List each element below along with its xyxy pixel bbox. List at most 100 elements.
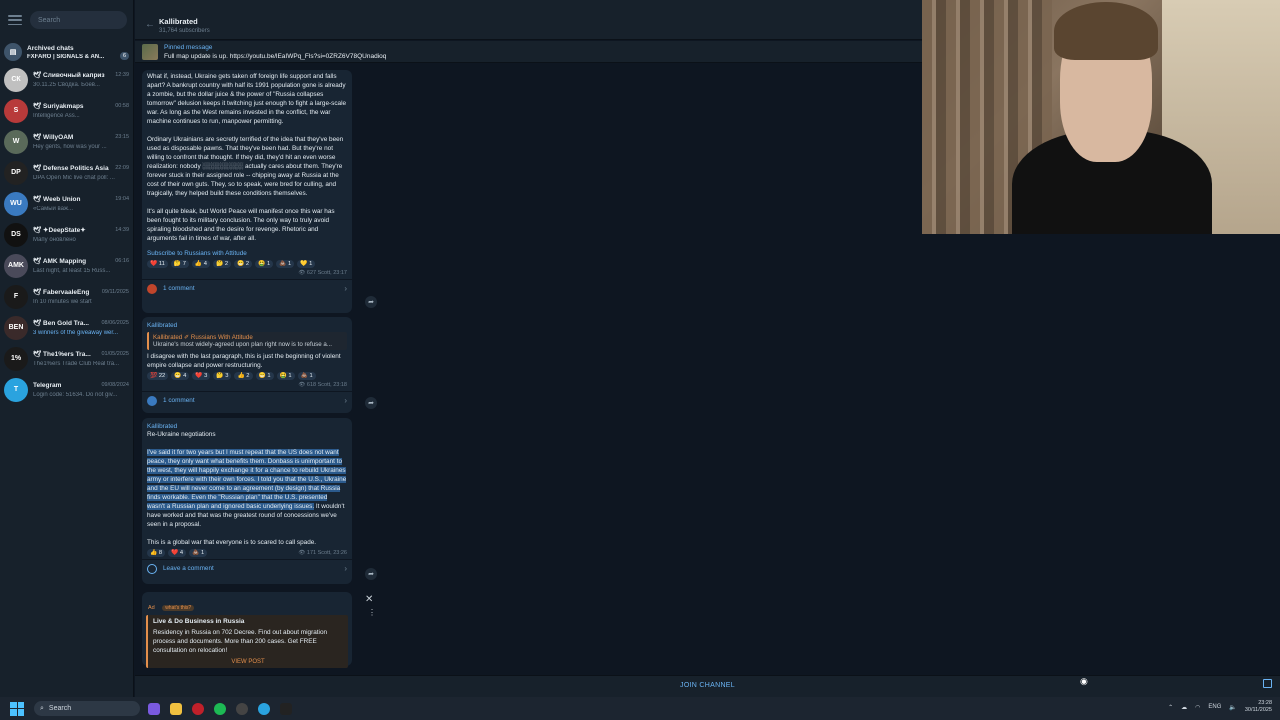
chat-name: 🕊 FabervaaleEng [33, 289, 90, 296]
sponsored-message[interactable]: Ad what's this? Live & Do Business in Ru… [142, 592, 352, 668]
chat-list-item[interactable]: BEN 🕊 Ben Gold Tra... 08/06/2025 3 winners … [0, 312, 133, 343]
chat-info: 🕊 Сливочный каприз 12:39 30.11.25 Сводка. … [33, 71, 129, 88]
search-input[interactable]: Search [30, 11, 127, 29]
share-icon[interactable]: ➦ [365, 397, 377, 409]
chevron-up-icon[interactable]: ⌃ [1168, 704, 1173, 711]
taskbar-search[interactable]: ⌕ Search [34, 701, 140, 716]
reaction-chip[interactable]: ❤️ 11 [147, 260, 168, 268]
reactions-row: 💯 22 😁 4 ❤️ 3 🤔 3 👍 2 😁 1 🤮 1 💩 1 [142, 372, 352, 380]
reactions-row: ❤️ 11 🤔 7 👍 4 🤔 2 😁 2 🤮 1 💩 1 💛 1 [142, 260, 352, 268]
message-text: I've said it for two years but I must re… [142, 448, 352, 547]
reaction-chip[interactable]: 🤔 7 [170, 260, 189, 268]
system-tray: ⌃ ☁ ◠ ENG 🔈 23:28 30/11/2025 [1168, 700, 1272, 714]
reaction-chip[interactable]: 🤔 3 [213, 372, 232, 380]
reaction-chip[interactable]: 💛 1 [297, 260, 316, 268]
comments-link[interactable]: 1 comment › [142, 391, 352, 409]
pinned-message-bar[interactable]: Pinned message Full map update is up. ht… [135, 41, 922, 63]
archived-chats[interactable]: ▤ Archived chats FXFARO | SIGNALS & AN..… [0, 40, 133, 64]
file-explorer-icon[interactable] [170, 702, 182, 715]
windows-start-icon[interactable] [10, 701, 24, 716]
chat-list-item[interactable]: DS 🕊 ✦DeepState✦ 14:39 Мапу оновлено [0, 219, 133, 250]
reaction-chip[interactable]: 👍 8 [147, 549, 166, 557]
volume-icon[interactable]: 🔈 [1229, 704, 1236, 711]
message-author[interactable]: Kallibrated [142, 418, 352, 430]
ad-label: Ad [148, 605, 155, 611]
share-icon[interactable]: ➦ [365, 296, 377, 308]
close-icon[interactable]: ✕ [365, 594, 373, 605]
more-options-icon[interactable]: ⋮ [368, 608, 376, 617]
join-channel-button[interactable]: JOIN CHANNEL [135, 675, 1280, 697]
chat-list-item[interactable]: DP 🕊 Defense Politics Asia 22:09 DPA Open M… [0, 157, 133, 188]
app-icon[interactable] [280, 702, 292, 715]
chat-avatar: WU [4, 191, 28, 216]
chat-preview: The1%ers Trade Club Real tra... [33, 361, 120, 367]
message-bubble[interactable]: Kallibrated Kallibrated ✐ Russians With … [142, 317, 352, 413]
chevron-right-icon: › [344, 396, 347, 405]
comments-link[interactable]: 1 comment › [142, 279, 352, 297]
reaction-chip[interactable]: 👍 4 [191, 260, 210, 268]
reaction-chip[interactable]: 💯 22 [147, 372, 169, 380]
reaction-chip[interactable]: 💩 1 [189, 549, 208, 557]
reaction-chip[interactable]: 😁 4 [171, 372, 190, 380]
menu-icon[interactable] [8, 13, 22, 27]
reaction-chip[interactable]: 👍 2 [234, 372, 253, 380]
chat-time: 01/05/2025 [101, 351, 129, 357]
chat-info: 🕊 AMK Mapping 06:16 Last night, at least 1… [33, 257, 129, 274]
reaction-chip[interactable]: 🤮 1 [255, 260, 274, 268]
message-text: What if, instead, Ukraine gets taken off… [142, 70, 352, 258]
language-indicator[interactable]: ENG [1208, 704, 1221, 710]
chat-list-item[interactable]: AMK 🕊 AMK Mapping 06:16 Last night, at leas… [0, 250, 133, 281]
chat-avatar: DP [4, 160, 28, 185]
share-icon[interactable]: ➦ [365, 568, 377, 580]
chat-time: 06:16 [115, 258, 129, 264]
chat-name: Telegram [33, 381, 62, 389]
forwarded-quote[interactable]: Kallibrated ✐ Russians With Attitude Ukr… [147, 332, 347, 350]
ad-info-pill[interactable]: what's this? [162, 605, 195, 611]
channel-title[interactable]: Kallibrated [159, 17, 198, 26]
wifi-icon[interactable]: ◠ [1195, 704, 1200, 711]
archived-title: Archived chats [27, 44, 74, 52]
view-post-button[interactable]: VIEW POST [153, 659, 343, 665]
reaction-chip[interactable]: 😁 1 [255, 372, 274, 380]
chat-list-item[interactable]: W 🕊 WillyOAM 23:15 Hey gents, how was your … [0, 126, 133, 157]
cloud-icon[interactable]: ☁ [1181, 704, 1187, 711]
reaction-chip[interactable]: ❤️ 3 [192, 372, 211, 380]
chat-name: 🕊 The1%ers Tra... [33, 351, 91, 358]
chat-list-item[interactable]: СК 🕊 Сливочный каприз 12:39 30.11.25 Сводка… [0, 64, 133, 95]
leave-comment-link[interactable]: Leave a comment › [142, 559, 352, 577]
obs-icon[interactable] [236, 702, 248, 715]
chat-list-item[interactable]: WU 🕊 Weeb Union 19:04 «Самый важ... [0, 188, 133, 219]
reaction-chip[interactable]: 😁 2 [234, 260, 253, 268]
message-author[interactable]: Kallibrated [142, 317, 352, 329]
reaction-chip[interactable]: 🤔 2 [212, 260, 232, 268]
chat-avatar: BEN [4, 315, 28, 340]
chat-time: 19:04 [115, 196, 129, 202]
overlay-eye-icon: ◉ [1080, 676, 1088, 686]
archive-icon: ▤ [4, 43, 22, 61]
message-paragraph: What if, instead, Ukraine gets taken off… [147, 73, 347, 125]
chat-list-item[interactable]: S 🕊 Suriyakmaps 00:58 Intelligence Ass... [0, 95, 133, 126]
chat-list-item[interactable]: F 🕊 FabervaaleEng 09/11/2025 In 10 minutes … [0, 281, 133, 312]
message-bubble[interactable]: What if, instead, Ukraine gets taken off… [142, 70, 352, 313]
reaction-chip[interactable]: 💩 1 [276, 260, 295, 268]
ad-text: Residency in Russia on 702 Decree. Find … [153, 629, 328, 654]
back-arrow-icon[interactable]: ← [145, 19, 155, 30]
message-bubble[interactable]: Kallibrated Re-Ukraine negotiations I've… [142, 418, 352, 584]
reaction-chip[interactable]: 🤮 1 [276, 372, 295, 380]
chat-list-item[interactable]: 1% 🕊 The1%ers Tra... 01/05/2025 The1%ers Tr… [0, 343, 133, 374]
message-paragraph: Ordinary Ukrainians are secretly terrifi… [147, 136, 344, 197]
reaction-chip[interactable]: 💩 1 [297, 372, 316, 380]
spotify-icon[interactable] [214, 702, 226, 715]
calendar-icon[interactable] [1263, 679, 1272, 688]
opera-icon[interactable] [192, 702, 204, 715]
chevron-right-icon: › [344, 564, 347, 573]
copilot-icon[interactable] [148, 702, 160, 715]
chat-list-item[interactable]: T Telegram 09/08/2024 Login code: 51634. Do… [0, 374, 133, 405]
chat-name: 🕊 AMK Mapping [33, 258, 87, 265]
subscribe-link[interactable]: Subscribe to Russians with Attitude [147, 249, 347, 258]
reaction-chip[interactable]: ❤️ 4 [168, 549, 187, 557]
clock[interactable]: 23:28 30/11/2025 [1245, 700, 1272, 714]
telegram-icon[interactable] [258, 702, 270, 715]
message-text: I disagree with the last paragraph, this… [147, 353, 341, 369]
clock-time: 23:28 [1258, 700, 1272, 706]
